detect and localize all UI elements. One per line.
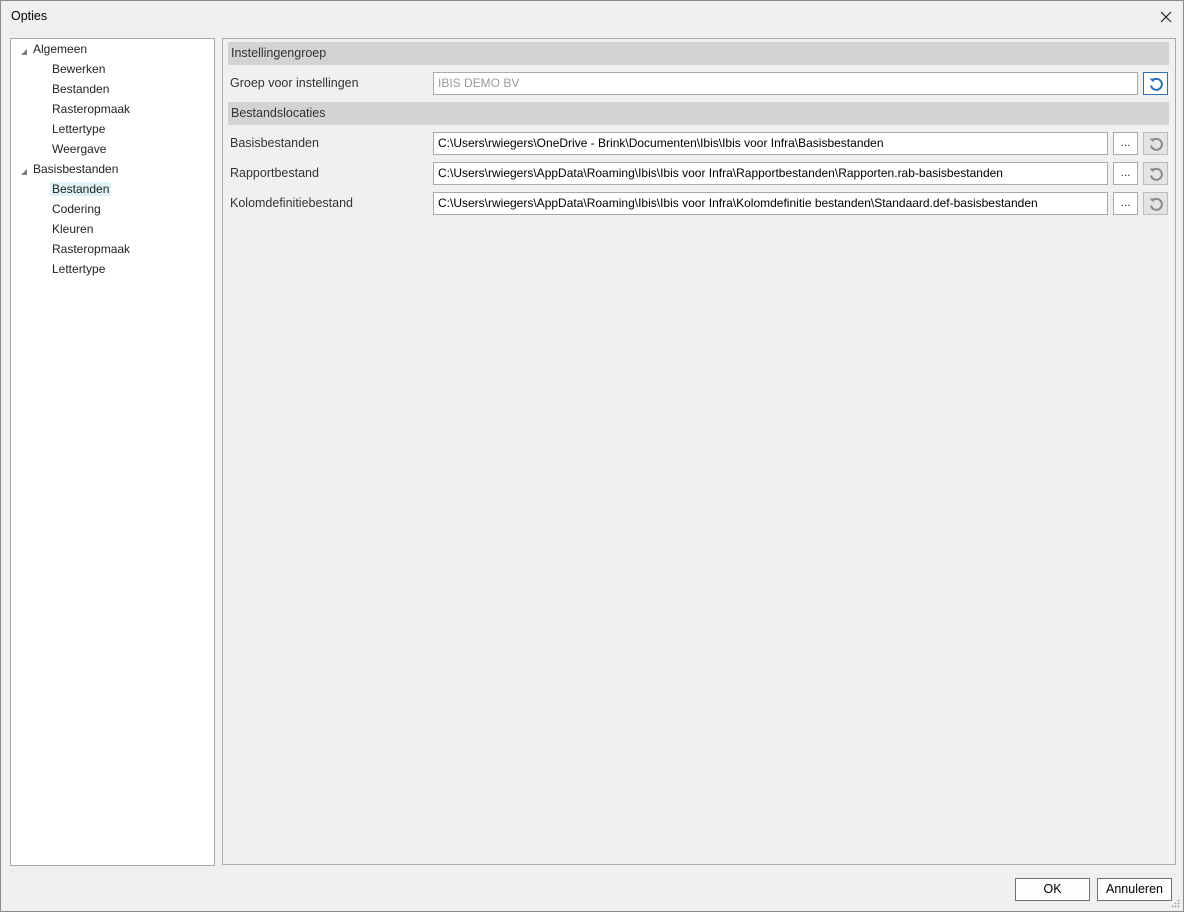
ok-button[interactable]: OK — [1015, 878, 1090, 901]
tree-group-label: Algemeen — [33, 42, 88, 56]
expand-arrow-icon[interactable] — [19, 163, 29, 181]
settings-group-field[interactable]: IBIS DEMO BV — [433, 72, 1138, 95]
reset-button[interactable] — [1143, 72, 1168, 95]
options-dialog: Opties Algemeen Bewerken Bestanden Raste… — [0, 0, 1184, 912]
kolomdefinitiebestand-path-input[interactable]: C:\Users\rwiegers\AppData\Roaming\Ibis\I… — [433, 192, 1108, 215]
tree-item-label: Lettertype — [52, 262, 106, 276]
tree-group-basisbestanden[interactable]: Basisbestanden — [31, 160, 120, 178]
tree-item-lettertype[interactable]: Lettertype — [50, 260, 107, 278]
close-button[interactable] — [1149, 1, 1183, 33]
tree-group-label: Basisbestanden — [33, 162, 119, 176]
tree-item-bestanden[interactable]: Bestanden — [50, 80, 111, 98]
tree-item-label: Kleuren — [52, 222, 94, 236]
tree-group-algemeen[interactable]: Algemeen — [31, 40, 89, 58]
field-label: Basisbestanden — [230, 136, 319, 150]
browse-button[interactable]: ... — [1113, 132, 1138, 155]
field-label: Groep voor instellingen — [230, 76, 359, 90]
tree-item-label: Rasteropmaak — [52, 242, 131, 256]
tree-item-rasteropmaak[interactable]: Rasteropmaak — [50, 240, 132, 258]
tree-item-label: Weergave — [52, 142, 107, 156]
tree-item-rasteropmaak[interactable]: Rasteropmaak — [50, 100, 132, 118]
field-label: Rapportbestand — [230, 166, 319, 180]
title-bar: Opties — [1, 1, 1183, 33]
resize-grip-icon[interactable] — [1170, 898, 1180, 908]
close-icon — [1160, 11, 1172, 23]
reset-icon — [1149, 197, 1163, 211]
tree-item-weergave[interactable]: Weergave — [50, 140, 108, 158]
tree-item-kleuren[interactable]: Kleuren — [50, 220, 95, 238]
group-header-instellingengroep: Instellingengroep — [228, 42, 1169, 65]
settings-panel: Instellingengroep Groep voor instellinge… — [222, 38, 1176, 865]
group-header-bestandslocaties: Bestandslocaties — [228, 102, 1169, 125]
tree-item-bewerken[interactable]: Bewerken — [50, 60, 107, 78]
tree-item-codering[interactable]: Codering — [50, 200, 103, 218]
tree-item-bestanden-selected[interactable]: Bestanden — [50, 180, 112, 198]
browse-button[interactable]: ... — [1113, 162, 1138, 185]
cancel-button[interactable]: Annuleren — [1097, 878, 1172, 901]
field-label: Kolomdefinitiebestand — [230, 196, 353, 210]
options-tree: Algemeen Bewerken Bestanden Rasteropmaak… — [10, 38, 215, 866]
tree-item-label: Codering — [52, 202, 101, 216]
tree-item-label: Bewerken — [52, 62, 106, 76]
browse-button[interactable]: ... — [1113, 192, 1138, 215]
reset-icon — [1149, 137, 1163, 151]
reset-icon — [1149, 167, 1163, 181]
tree-item-label: Bestanden — [50, 182, 112, 196]
basisbestanden-path-input[interactable]: C:\Users\rwiegers\OneDrive - Brink\Docum… — [433, 132, 1108, 155]
tree-item-lettertype[interactable]: Lettertype — [50, 120, 107, 138]
rapportbestand-path-input[interactable]: C:\Users\rwiegers\AppData\Roaming\Ibis\I… — [433, 162, 1108, 185]
reset-button[interactable] — [1143, 192, 1168, 215]
expand-arrow-icon[interactable] — [19, 43, 29, 61]
reset-button[interactable] — [1143, 162, 1168, 185]
tree-item-label: Bestanden — [52, 82, 110, 96]
reset-button[interactable] — [1143, 132, 1168, 155]
tree-item-label: Rasteropmaak — [52, 102, 131, 116]
window-title: Opties — [11, 9, 48, 23]
tree-item-label: Lettertype — [52, 122, 106, 136]
reset-icon — [1149, 77, 1163, 91]
